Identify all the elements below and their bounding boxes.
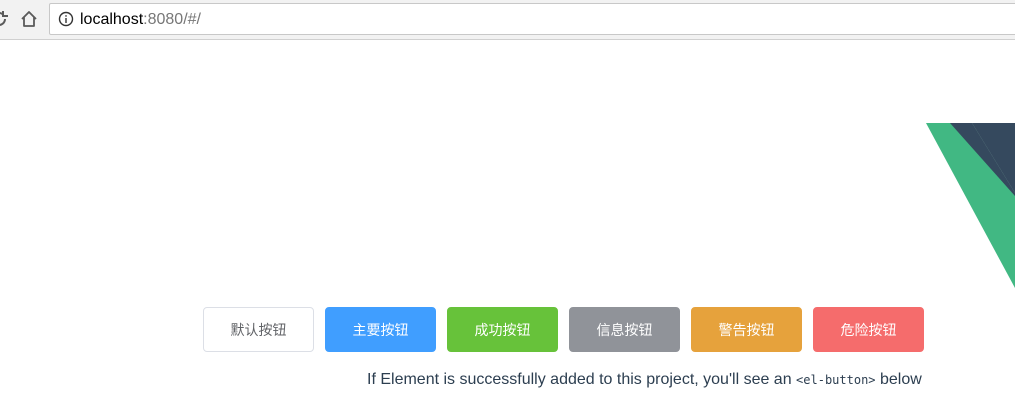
url-path: :8080/#/ <box>143 11 201 28</box>
success-message: If Element is successfully added to this… <box>367 370 922 390</box>
button-row: 默认按钮 主要按钮 成功按钮 信息按钮 警告按钮 危险按钮 <box>203 307 924 352</box>
default-button[interactable]: 默认按钮 <box>203 307 314 352</box>
vue-logo <box>926 123 1015 288</box>
info-icon[interactable] <box>58 11 74 27</box>
browser-toolbar: localhost:8080/#/ <box>0 0 1015 40</box>
danger-button[interactable]: 危险按钮 <box>813 307 924 352</box>
reload-icon[interactable] <box>0 6 10 32</box>
success-button[interactable]: 成功按钮 <box>447 307 558 352</box>
warning-button[interactable]: 警告按钮 <box>691 307 802 352</box>
url-text[interactable]: localhost:8080/#/ <box>80 11 201 29</box>
info-button[interactable]: 信息按钮 <box>569 307 680 352</box>
message-text-start: If Element is successfully added to this… <box>367 371 797 388</box>
address-bar[interactable]: localhost:8080/#/ <box>49 3 1015 35</box>
message-text-end: below <box>875 371 922 388</box>
el-button-code: <el-button> <box>796 373 876 387</box>
primary-button[interactable]: 主要按钮 <box>325 307 436 352</box>
home-icon[interactable] <box>16 6 42 32</box>
url-host: localhost <box>80 11 144 28</box>
